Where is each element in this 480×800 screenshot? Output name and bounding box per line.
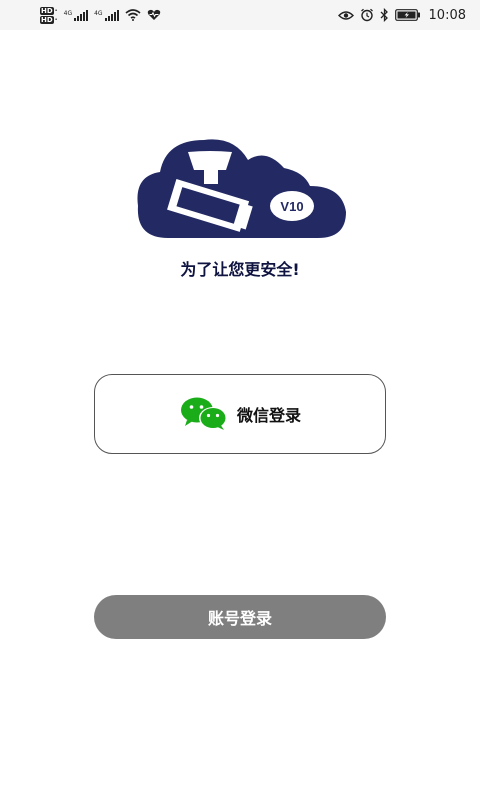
hd-icon: HD: [40, 15, 54, 24]
eye-icon: [337, 10, 354, 20]
tagline: 为了让您更安全!: [180, 260, 300, 279]
signal-icon: 4G: [63, 9, 89, 21]
wechat-icon: [180, 397, 227, 430]
hd-sub-icon: •: [54, 16, 58, 23]
clock-time: 10:08: [428, 7, 466, 23]
wechat-login-label: 微信登录: [236, 406, 301, 425]
hd-sub-icon: •: [54, 7, 58, 14]
status-bar-right: 10:08: [337, 7, 466, 23]
signal-icon: 4G: [94, 9, 119, 21]
app-logo: V10: [132, 134, 350, 242]
hd-icon: HD: [40, 6, 54, 15]
alarm-icon: [360, 8, 373, 22]
heart-rate-icon: [147, 9, 160, 20]
login-screen: HD • HD • 4G 4G 10:08 V10 为了让您更安全! 微信登录 …: [0, 0, 480, 800]
bluetooth-icon: [380, 8, 388, 22]
hd-indicator: HD •: [40, 6, 58, 15]
cloud-camera-logo-icon: V10: [137, 139, 346, 238]
hd-indicator-stack: HD • HD •: [40, 6, 58, 24]
wifi-icon: [125, 9, 141, 21]
status-bar: HD • HD • 4G 4G 10:08: [0, 0, 480, 30]
account-login-label: 账号登录: [207, 609, 272, 628]
version-badge: V10: [280, 199, 303, 214]
hd-indicator: HD •: [40, 15, 58, 24]
battery-icon: [394, 9, 420, 21]
wechat-login-button[interactable]: 微信登录: [94, 374, 386, 454]
network-type-label: 4G: [63, 9, 73, 17]
network-type-label: 4G: [94, 9, 103, 17]
status-bar-left: HD • HD • 4G 4G: [40, 6, 161, 24]
account-login-button[interactable]: 账号登录: [94, 595, 386, 639]
